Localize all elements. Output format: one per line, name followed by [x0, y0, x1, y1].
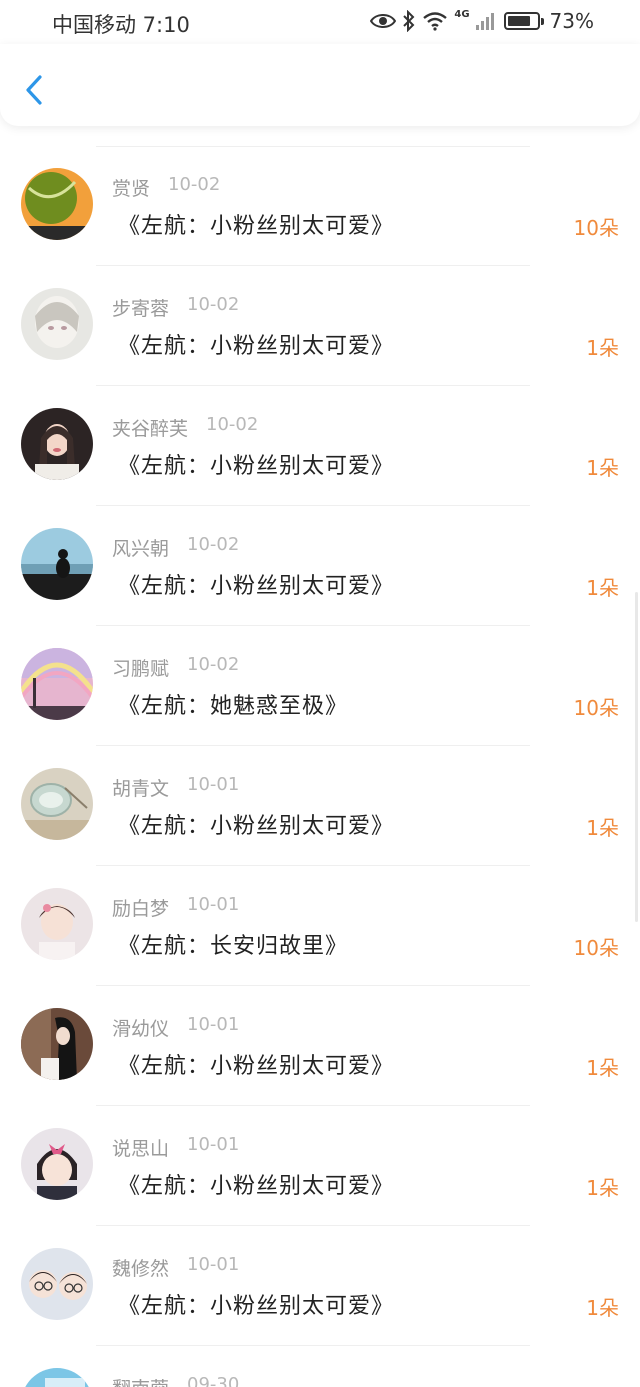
- book-title: 《左航：小粉丝别太可爱》: [118, 1294, 395, 1319]
- avatar: [21, 1368, 93, 1387]
- battery-icon: [503, 12, 544, 30]
- status-bar: 中国移动 7:10 4G 73%: [0, 0, 640, 44]
- date: 10-01: [187, 774, 240, 795]
- avatar: [21, 768, 93, 840]
- user-name: 风兴朝: [112, 538, 170, 560]
- book-title: 《左航：长安归故里》: [118, 934, 349, 959]
- user-name: 习鹏赋: [112, 658, 170, 680]
- carrier-time: 中国移动 7:10: [52, 13, 190, 37]
- list-item[interactable]: 步寄蓉 10-02 《左航：小粉丝别太可爱》 1朵: [0, 266, 640, 386]
- book-title: 《左航：小粉丝别太可爱》: [118, 334, 395, 359]
- avatar: [21, 408, 93, 480]
- flower-count: 1朵: [586, 336, 619, 360]
- user-name: 说思山: [112, 1138, 170, 1160]
- book-title: 《左航：她魅惑至极》: [118, 694, 349, 719]
- avatar: [21, 288, 93, 360]
- book-title: 《左航：小粉丝别太可爱》: [118, 454, 395, 479]
- bluetooth-icon: [403, 10, 415, 32]
- date: 10-01: [187, 1254, 240, 1275]
- list-item[interactable]: 滑幼仪 10-01 《左航：小粉丝别太可爱》 1朵: [0, 986, 640, 1106]
- avatar: [21, 1008, 93, 1080]
- wifi-icon: [423, 12, 448, 31]
- date: 10-01: [187, 1134, 240, 1155]
- flower-count: 10朵: [573, 936, 619, 960]
- scrollbar[interactable]: [635, 592, 638, 922]
- book-title: 《左航：小粉丝别太可爱》: [118, 1054, 395, 1079]
- list-item[interactable]: 胡青文 10-01 《左航：小粉丝别太可爱》 1朵: [0, 746, 640, 866]
- date: 10-01: [187, 1014, 240, 1035]
- book-title: 《左航：小粉丝别太可爱》: [118, 1174, 395, 1199]
- book-title: 《左航：小粉丝别太可爱》: [118, 814, 395, 839]
- book-title: 《左航：小粉丝别太可爱》: [118, 574, 395, 599]
- avatar: [21, 1128, 93, 1200]
- date: 10-01: [187, 894, 240, 915]
- date: 10-02: [187, 294, 240, 315]
- avatar: [21, 888, 93, 960]
- list-item[interactable]: 习鹏赋 10-02 《左航：她魅惑至极》 10朵: [0, 626, 640, 746]
- avatar: [21, 168, 93, 240]
- list-item[interactable]: 魏修然 10-01 《左航：小粉丝别太可爱》 1朵: [0, 1226, 640, 1346]
- date: 10-02: [187, 534, 240, 555]
- avatar: [21, 648, 93, 720]
- avatar: [21, 1248, 93, 1320]
- navigation-bar: [0, 44, 640, 126]
- list-item[interactable]: 夹谷醉芙 10-02 《左航：小粉丝别太可爱》 1朵: [0, 386, 640, 506]
- user-name: 胡青文: [112, 778, 170, 800]
- network-4g: 4G: [454, 8, 470, 20]
- list-item[interactable]: 风兴朝 10-02 《左航：小粉丝别太可爱》 1朵: [0, 506, 640, 626]
- user-name: 魏修然: [112, 1258, 170, 1280]
- user-name: 夹谷醉芙: [112, 418, 189, 440]
- user-name: 翻南蓉: [112, 1374, 169, 1387]
- chevron-left-icon[interactable]: [20, 72, 50, 108]
- list-item[interactable]: 赏贤 10-02 《左航：小粉丝别太可爱》 10朵: [0, 146, 640, 266]
- book-title: 《左航：小粉丝别太可爱》: [118, 214, 395, 239]
- user-name: 励白梦: [112, 898, 170, 920]
- date: 10-02: [187, 654, 240, 675]
- date: 10-02: [168, 174, 221, 195]
- status-icons: 4G 73%: [370, 9, 594, 33]
- user-name: 赏贤: [112, 178, 151, 200]
- user-name: 步寄蓉: [112, 298, 170, 320]
- flower-count: 1朵: [586, 816, 619, 840]
- date: 10-02: [206, 414, 259, 435]
- eye-icon: [370, 14, 397, 28]
- avatar: [21, 528, 93, 600]
- flower-count: 1朵: [586, 1176, 619, 1200]
- flower-count: 1朵: [586, 456, 619, 480]
- flower-count: 10朵: [573, 216, 619, 240]
- flower-count: 1朵: [586, 1056, 619, 1080]
- date: 09-30: [187, 1374, 240, 1387]
- list-item[interactable]: 励白梦 10-01 《左航：长安归故里》 10朵: [0, 866, 640, 986]
- signal-icon: [475, 12, 494, 30]
- flower-count: 1朵: [586, 576, 619, 600]
- flower-count: 1朵: [586, 1296, 619, 1320]
- list-item[interactable]: 翻南蓉 09-30: [0, 1346, 640, 1387]
- list-item[interactable]: 说思山 10-01 《左航：小粉丝别太可爱》 1朵: [0, 1106, 640, 1226]
- battery-percent: 73%: [549, 9, 594, 33]
- user-name: 滑幼仪: [112, 1018, 170, 1040]
- flower-count: 10朵: [573, 696, 619, 720]
